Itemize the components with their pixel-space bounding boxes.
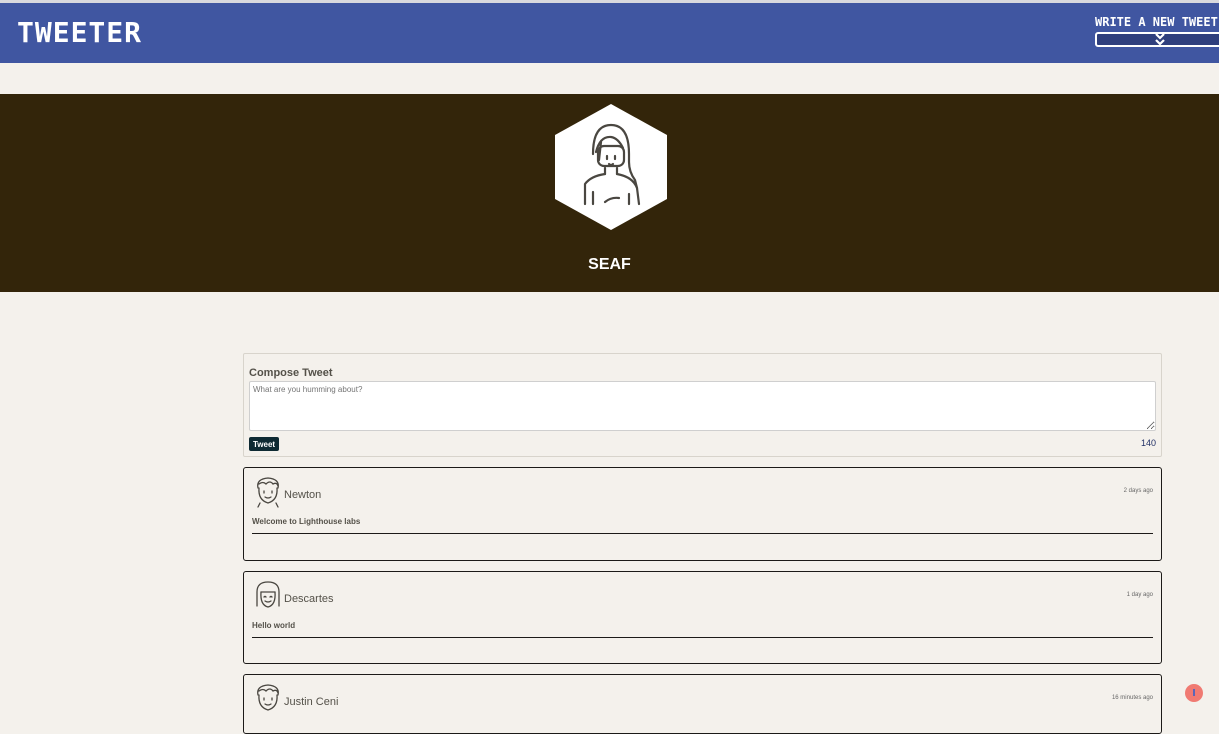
- write-new-tweet-button[interactable]: WRITE A NEW TWEET: [1095, 15, 1219, 55]
- user-avatar-icon: [257, 477, 279, 508]
- character-counter: 140: [1140, 438, 1156, 448]
- tweet-text: Welcome to Lighthouse labs: [252, 517, 361, 526]
- tweet-divider: [252, 637, 1153, 638]
- top-navbar: TWEETER WRITE A NEW TWEET: [0, 3, 1219, 63]
- write-new-tweet-label: WRITE A NEW TWEET: [1095, 15, 1218, 29]
- tweet-text: Hello world: [252, 621, 296, 630]
- tweet-card: Descartes 1 day ago Hello world: [243, 571, 1162, 664]
- profile-username: SEAF: [588, 256, 631, 273]
- compose-tweet-form: Compose Tweet Tweet 140: [243, 353, 1162, 457]
- tweet-divider: [252, 533, 1153, 534]
- brand-logo: TWEETER: [17, 16, 143, 49]
- tweet-text-input[interactable]: [249, 381, 1156, 431]
- tweet-card: Newton 2 days ago Welcome to Lighthouse …: [243, 467, 1162, 561]
- profile-avatar-icon: [555, 104, 667, 230]
- notification-dot-icon[interactable]: [1185, 684, 1203, 702]
- tweet-timestamp: 16 minutes ago: [1111, 695, 1153, 701]
- user-avatar-icon: [256, 581, 280, 608]
- tweet-author-name: Newton: [284, 489, 322, 501]
- tweet-submit-button[interactable]: Tweet: [249, 437, 280, 451]
- compose-title: Compose Tweet: [249, 367, 333, 379]
- double-chevron-down-icon: [1155, 33, 1165, 46]
- tweet-timestamp: 1 day ago: [1126, 592, 1153, 598]
- tweet-timestamp: 2 days ago: [1123, 488, 1153, 494]
- tweet-author-name: Descartes: [284, 593, 334, 605]
- user-avatar-icon: [257, 684, 279, 711]
- tweet-card: Justin Ceni 16 minutes ago: [243, 674, 1162, 734]
- tweet-author-name: Justin Ceni: [284, 696, 339, 708]
